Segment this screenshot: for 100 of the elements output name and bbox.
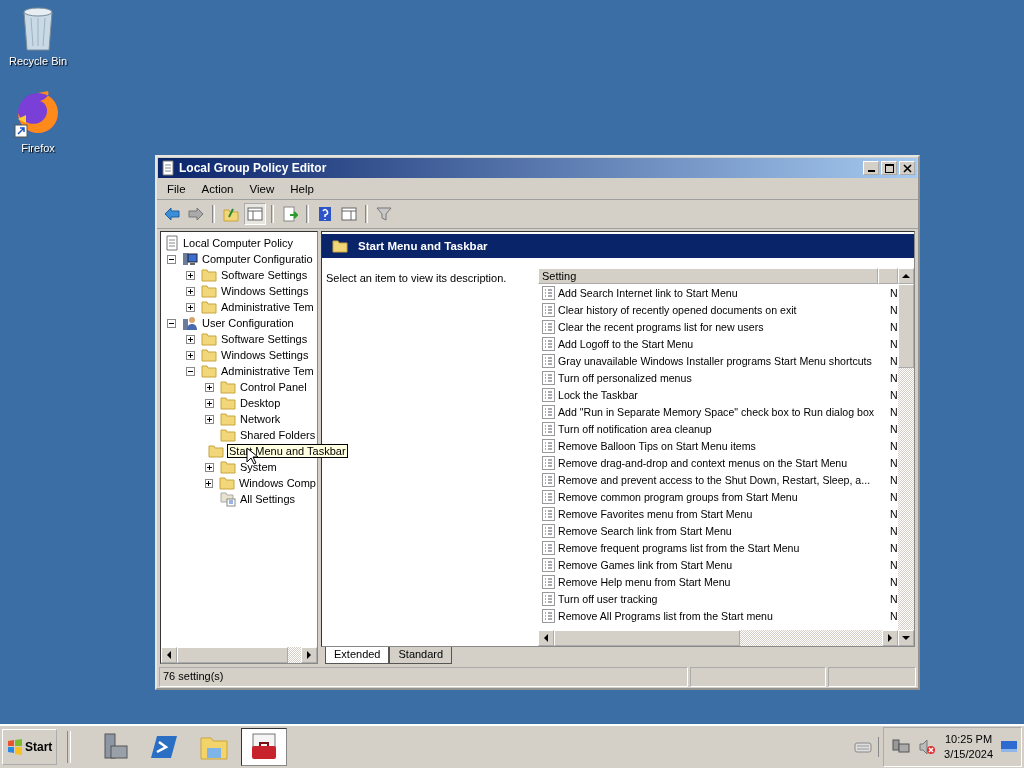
setting-name[interactable]: Add "Run in Separate Memory Space" check box to Run dialog box <box>558 405 887 418</box>
scroll-left-button[interactable] <box>538 630 554 646</box>
setting-name[interactable]: Remove and prevent access to the Shut Down, Restart, Sleep, a... <box>558 473 887 486</box>
tree-item[interactable]: All Settings <box>239 493 297 505</box>
policy-setting-icon <box>542 540 555 555</box>
tab[interactable]: Extended <box>325 647 390 664</box>
clock-time[interactable]: 10:25 PM <box>945 732 993 747</box>
setting-name[interactable]: Remove drag-and-drop and context menus on the Start Menu <box>558 456 887 469</box>
policy-setting-icon <box>542 455 555 470</box>
expand-toggle[interactable] <box>205 462 214 472</box>
scrollbar-thumb[interactable] <box>177 647 289 663</box>
expand-toggle[interactable] <box>186 286 195 296</box>
scrollbar-thumb[interactable] <box>554 630 740 646</box>
collapse-toggle[interactable] <box>167 318 176 328</box>
folder-icon <box>201 300 217 314</box>
setting-state: N <box>890 371 898 384</box>
setting-name[interactable]: Add Search Internet link to Start Menu <box>558 286 887 299</box>
expand-toggle[interactable] <box>205 414 214 424</box>
expand-toggle[interactable] <box>186 334 195 344</box>
setting-name[interactable]: Remove Search link from Start Menu <box>558 524 887 537</box>
collapse-toggle[interactable] <box>167 254 176 264</box>
policy-setting-icon <box>542 353 555 368</box>
expand-toggle[interactable] <box>186 302 195 312</box>
policy-setting-icon <box>542 506 555 521</box>
policy-setting-icon <box>542 489 555 504</box>
collapse-toggle[interactable] <box>186 366 195 376</box>
expand-toggle[interactable] <box>205 478 213 488</box>
column-header[interactable]: Setting <box>538 268 878 284</box>
policy-setting-icon <box>542 608 555 623</box>
export-list-icon <box>282 206 298 222</box>
tree-item[interactable]: Shared Folders <box>239 429 317 441</box>
policy-setting-icon <box>542 319 555 334</box>
setting-name[interactable]: Remove Help menu from Start Menu <box>558 575 887 588</box>
scroll-left-button[interactable] <box>161 647 177 663</box>
tree-item[interactable]: Local Computer Policy <box>182 237 295 249</box>
expand-toggle[interactable] <box>186 270 195 280</box>
setting-name[interactable]: Turn off personalized menus <box>558 371 887 384</box>
taskbar-app-button[interactable] <box>241 728 288 766</box>
minimize-button[interactable] <box>863 161 879 175</box>
setting-name[interactable]: Lock the Taskbar <box>558 388 887 401</box>
speaker-muted-icon[interactable] <box>918 738 937 756</box>
expand-toggle[interactable] <box>186 350 195 360</box>
desktop-icon-label[interactable]: Recycle Bin <box>8 55 68 67</box>
maximize-button[interactable] <box>881 161 897 175</box>
setting-name[interactable]: Remove common program groups from Start Menu <box>558 490 887 503</box>
setting-name[interactable]: Turn off notification area cleanup <box>558 422 887 435</box>
scrollbar-thumb[interactable] <box>898 284 914 368</box>
close-button[interactable] <box>899 161 915 175</box>
menu-item[interactable]: Action <box>193 182 242 196</box>
setting-state: N <box>890 337 898 350</box>
scroll-right-button[interactable] <box>882 630 898 646</box>
tree-item[interactable]: Administrative Tem <box>220 301 315 313</box>
setting-name[interactable]: Clear the recent programs list for new users <box>558 320 887 333</box>
tree-item[interactable]: Software Settings <box>220 269 309 281</box>
expand-toggle[interactable] <box>205 398 214 408</box>
show-desktop-icon[interactable] <box>1001 740 1017 754</box>
setting-name[interactable]: Clear history of recently opened documents on exit <box>558 303 887 316</box>
menu-item[interactable]: View <box>241 182 283 196</box>
tree-item[interactable]: Network <box>239 413 282 425</box>
setting-name[interactable]: Remove All Programs list from the Start menu <box>558 609 887 622</box>
scroll-up-button[interactable] <box>898 268 914 284</box>
setting-name[interactable]: Add Logoff to the Start Menu <box>558 337 887 350</box>
policy-setting-icon <box>542 285 555 300</box>
right-arrow-icon <box>306 651 312 659</box>
policy-setting-icon <box>542 574 555 589</box>
scroll-down-button[interactable] <box>898 630 914 646</box>
tab[interactable]: Standard <box>389 647 453 664</box>
setting-state: N <box>890 592 898 605</box>
policy-setting-icon <box>542 438 555 453</box>
setting-state: N <box>890 507 898 520</box>
network-icon[interactable] <box>892 738 911 756</box>
setting-name[interactable]: Turn off user tracking <box>558 592 887 605</box>
tree-item[interactable]: Administrative Tem <box>220 365 315 377</box>
tree-item[interactable]: Desktop <box>239 397 282 409</box>
folder-icon <box>201 332 217 346</box>
tree-item[interactable]: Windows Settings <box>220 285 310 297</box>
clock-date[interactable]: 3/15/2024 <box>944 747 993 762</box>
setting-name[interactable]: Remove Games link from Start Menu <box>558 558 887 571</box>
setting-state: N <box>890 524 898 537</box>
desktop-icon-label[interactable]: Firefox <box>21 142 55 154</box>
tree-item[interactable]: Windows Comp <box>237 477 317 489</box>
menu-item[interactable]: Help <box>282 182 322 196</box>
setting-name[interactable]: Remove Favorites menu from Start Menu <box>558 507 887 520</box>
tree-item[interactable]: Computer Configuratio <box>201 253 314 265</box>
setting-name[interactable]: Gray unavailable Windows Installer programs Start Menu shortcuts <box>558 354 887 367</box>
scroll-right-button[interactable] <box>301 647 317 663</box>
tree-item[interactable]: User Configuration <box>201 317 295 329</box>
menu-item[interactable]: File <box>159 182 194 196</box>
tree-item[interactable]: System <box>239 461 278 473</box>
tree-item[interactable]: Control Panel <box>239 381 308 393</box>
start-button[interactable]: Start <box>2 729 58 765</box>
policy-setting-icon <box>542 336 555 351</box>
tree-item[interactable]: Windows Settings <box>220 349 310 361</box>
toolbar-button[interactable] <box>244 203 266 225</box>
filter-icon <box>376 206 392 222</box>
expand-toggle[interactable] <box>205 382 214 392</box>
folder-icon <box>201 364 217 378</box>
setting-name[interactable]: Remove Balloon Tips on Start Menu items <box>558 439 887 452</box>
tree-item[interactable]: Software Settings <box>220 333 309 345</box>
setting-name[interactable]: Remove frequent programs list from the Start Menu <box>558 541 887 554</box>
